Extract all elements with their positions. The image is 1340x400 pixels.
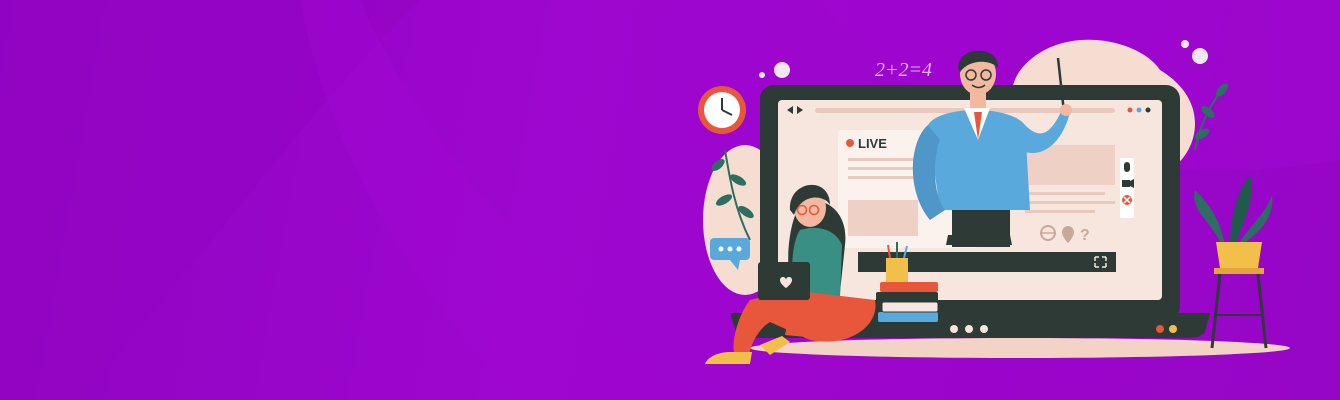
camera-icon xyxy=(1122,179,1134,188)
leaf-icon xyxy=(1194,83,1228,151)
close-icon xyxy=(1122,195,1132,205)
online-class-illustration: 2+2=4 LIVE ? xyxy=(698,39,1290,364)
clock-icon xyxy=(698,86,746,134)
live-dot xyxy=(846,139,854,147)
equation-text: 2+2=4 xyxy=(875,59,932,81)
live-label: LIVE xyxy=(858,136,887,151)
question-icon: ? xyxy=(1080,227,1090,244)
books-icon xyxy=(876,282,939,322)
hero-banner: 2+2=4 LIVE ? xyxy=(0,0,1340,400)
microphone-icon xyxy=(1124,162,1130,172)
